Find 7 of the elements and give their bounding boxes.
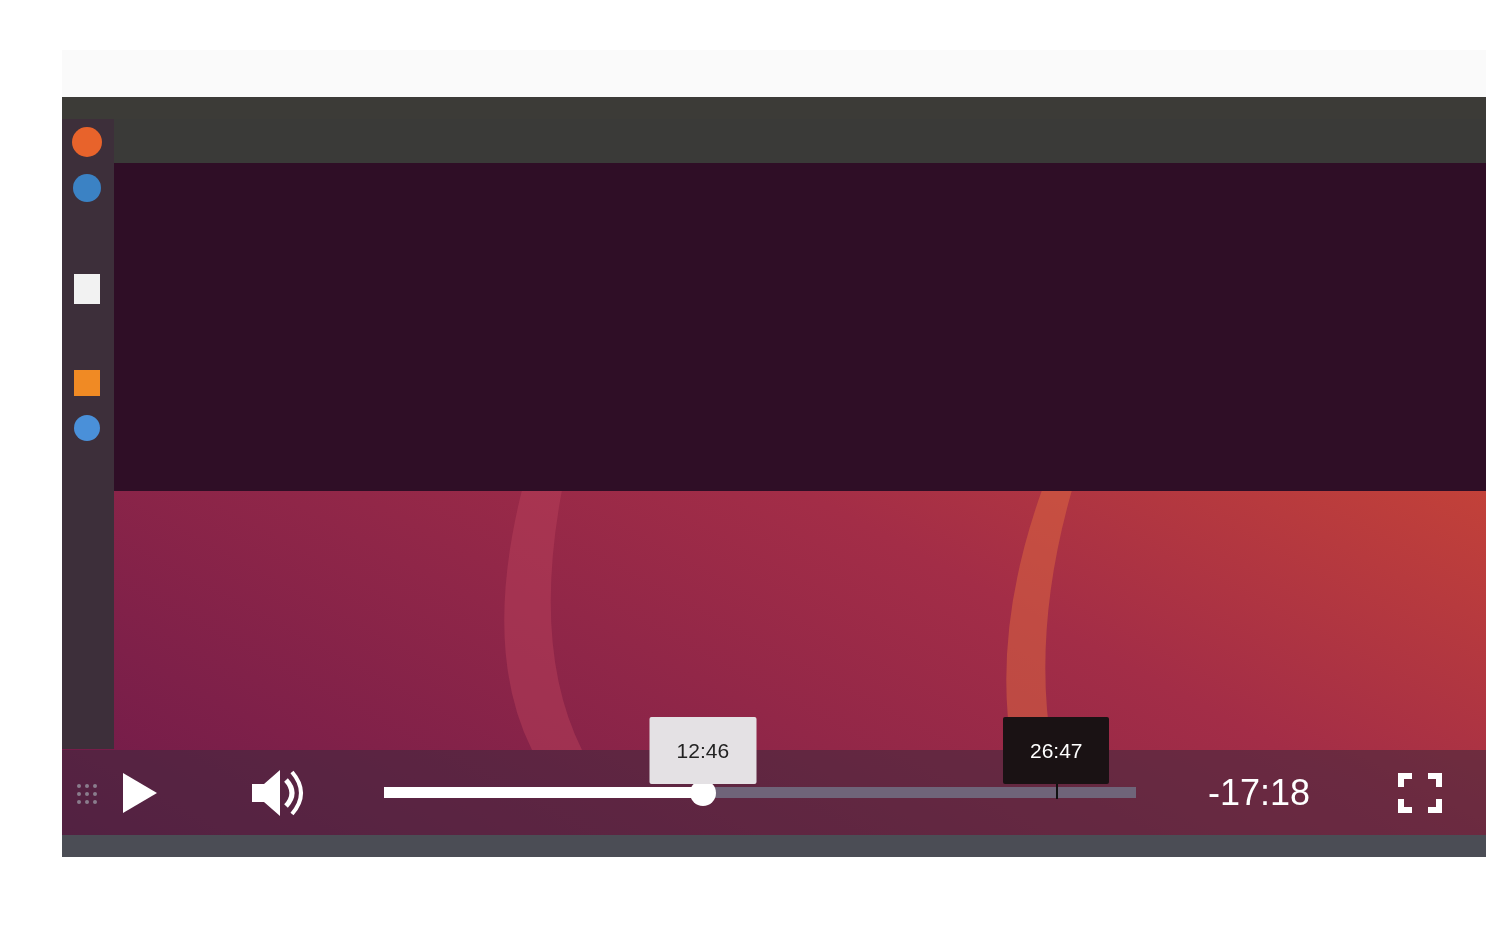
remaining-time: -17:18 xyxy=(1208,770,1312,815)
play-button[interactable] xyxy=(123,772,157,813)
time-tooltip: 12:46 xyxy=(649,716,757,784)
volume-button[interactable] xyxy=(250,767,306,818)
fullscreen-button[interactable] xyxy=(1398,772,1442,813)
time-tooltip: 26:47 xyxy=(1003,716,1110,784)
hover-marker xyxy=(1056,783,1059,799)
